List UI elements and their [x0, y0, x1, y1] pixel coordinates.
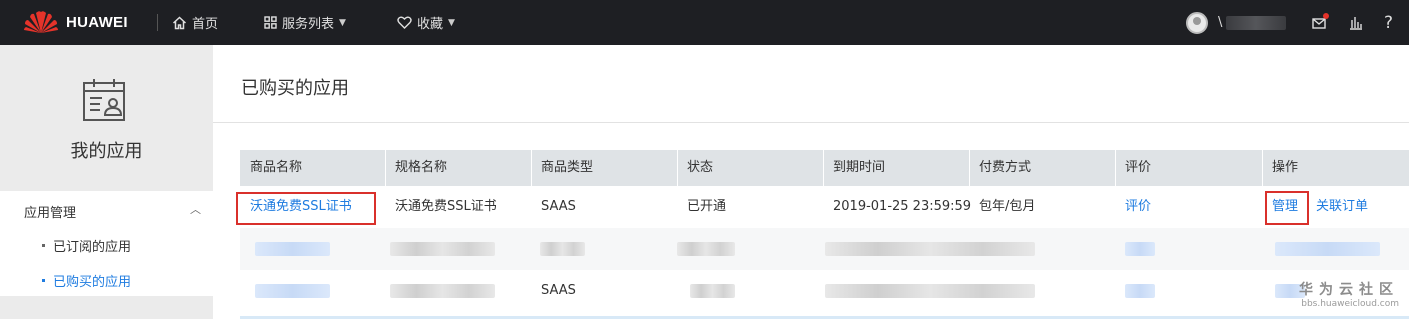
col-status: 状态 — [687, 160, 714, 175]
redacted-status — [690, 284, 735, 298]
redacted-rating[interactable] — [1125, 242, 1155, 256]
related-orders-link[interactable]: 关联订单 — [1306, 186, 1368, 228]
rating-link[interactable]: 评价 — [1115, 186, 1151, 228]
sidebar-item-subscribed-apps[interactable]: 已订阅的应用 — [42, 236, 131, 255]
col-payment: 付费方式 — [979, 160, 1032, 175]
sidebar-item-label: 已购买的应用 — [53, 275, 132, 290]
brand-name: HUAWEI — [66, 13, 128, 31]
table-row: SAAS — [240, 270, 1409, 312]
watermark-title: 华为云社区 — [1299, 282, 1399, 298]
username-redacted — [1226, 15, 1287, 30]
highlight-box-product — [236, 192, 376, 225]
avatar[interactable] — [1186, 11, 1208, 34]
redacted-rating[interactable] — [1125, 284, 1155, 298]
nav-favorites-label: 收藏 — [417, 17, 444, 32]
watermark-url: bbs.huaweicloud.com — [1301, 299, 1399, 309]
page-title: 已购买的应用 — [241, 78, 349, 99]
table-row: 沃通免费SSL证书 沃通免费SSL证书 SAAS 已开通 2019-01-25 … — [236, 186, 1409, 228]
watermark: 华为云社区 bbs.huaweicloud.com — [1299, 279, 1399, 309]
top-navigation-bar: HUAWEI 首页 服务列表 ▼ 收藏 ▼ \ ? — [0, 0, 1409, 45]
chevron-up-icon[interactable]: ︿ — [190, 201, 201, 217]
huawei-logo[interactable]: HUAWEI — [22, 9, 128, 35]
redacted-status — [677, 242, 735, 256]
chevron-down-icon: ▼ — [448, 17, 455, 28]
nav-home-label: 首页 — [192, 17, 219, 32]
notification-dot — [1323, 13, 1329, 19]
nav-services-label: 服务列表 — [282, 17, 335, 32]
redacted-actions[interactable] — [1275, 242, 1380, 256]
col-product-type: 商品类型 — [541, 160, 594, 175]
redacted-expire-time — [825, 284, 1035, 298]
spec-name-cell: 沃通免费SSL证书 — [395, 199, 497, 214]
bullet-icon — [42, 279, 45, 282]
highlight-box-manage — [1265, 191, 1309, 225]
col-actions: 操作 — [1272, 160, 1299, 175]
sidebar: 我的应用 应用管理 ︿ 已订阅的应用 已购买的应用 — [0, 45, 213, 319]
stats-icon — [1350, 16, 1362, 30]
redacted-spec-name — [390, 242, 495, 256]
redacted-product-name[interactable] — [255, 242, 330, 256]
title-divider — [213, 122, 1409, 123]
table-header: 商品名称 规格名称 商品类型 状态 到期时间 付费方式 评价 操作 — [240, 150, 1409, 186]
col-expire-time: 到期时间 — [833, 160, 886, 175]
nav-favorites[interactable]: 收藏 ▼ — [397, 0, 455, 45]
main-content: 已购买的应用 商品名称 规格名称 商品类型 状态 到期时间 付费方式 评价 操作… — [213, 45, 1409, 319]
redacted-spec-name — [390, 284, 495, 298]
sidebar-group-app-management: 应用管理 ︿ 已订阅的应用 已购买的应用 — [0, 191, 213, 296]
my-apps-icon — [83, 79, 125, 121]
redacted-product-type — [540, 242, 585, 256]
bullet-icon — [42, 244, 45, 247]
messages-button[interactable] — [1312, 0, 1329, 45]
sidebar-item-label: 已订阅的应用 — [53, 240, 132, 255]
col-product-name: 商品名称 — [250, 160, 303, 175]
redacted-product-name[interactable] — [255, 284, 330, 298]
col-spec-name: 规格名称 — [395, 160, 448, 175]
sidebar-group-label[interactable]: 应用管理 — [24, 202, 76, 221]
sidebar-item-purchased-apps[interactable]: 已购买的应用 — [42, 271, 131, 290]
username-initial: \ — [1218, 15, 1223, 30]
chevron-down-icon: ▼ — [339, 17, 346, 28]
payment-cell: 包年/包月 — [979, 199, 1036, 214]
help-icon: ? — [1384, 12, 1394, 33]
col-rating: 评价 — [1125, 160, 1152, 175]
redacted-expire-time — [825, 242, 1035, 256]
expire-time-cell: 2019-01-25 23:59:59 — [833, 199, 972, 214]
table-row — [240, 228, 1409, 270]
grid-icon — [264, 16, 277, 29]
status-cell: 已开通 — [687, 199, 727, 214]
product-type-cell: SAAS — [541, 199, 576, 214]
heart-icon — [397, 16, 412, 29]
product-type-cell: SAAS — [541, 283, 576, 298]
nav-services[interactable]: 服务列表 ▼ — [264, 0, 346, 45]
header-divider — [157, 14, 158, 31]
home-icon — [172, 15, 187, 29]
huawei-flower-icon — [24, 11, 58, 34]
nav-home[interactable]: 首页 — [172, 0, 218, 45]
stats-button[interactable] — [1349, 0, 1363, 45]
sidebar-title: 我的应用 — [70, 141, 143, 162]
sidebar-header: 我的应用 — [0, 45, 213, 191]
user-menu[interactable]: \ — [1186, 0, 1287, 45]
help-button[interactable]: ? — [1384, 0, 1393, 45]
